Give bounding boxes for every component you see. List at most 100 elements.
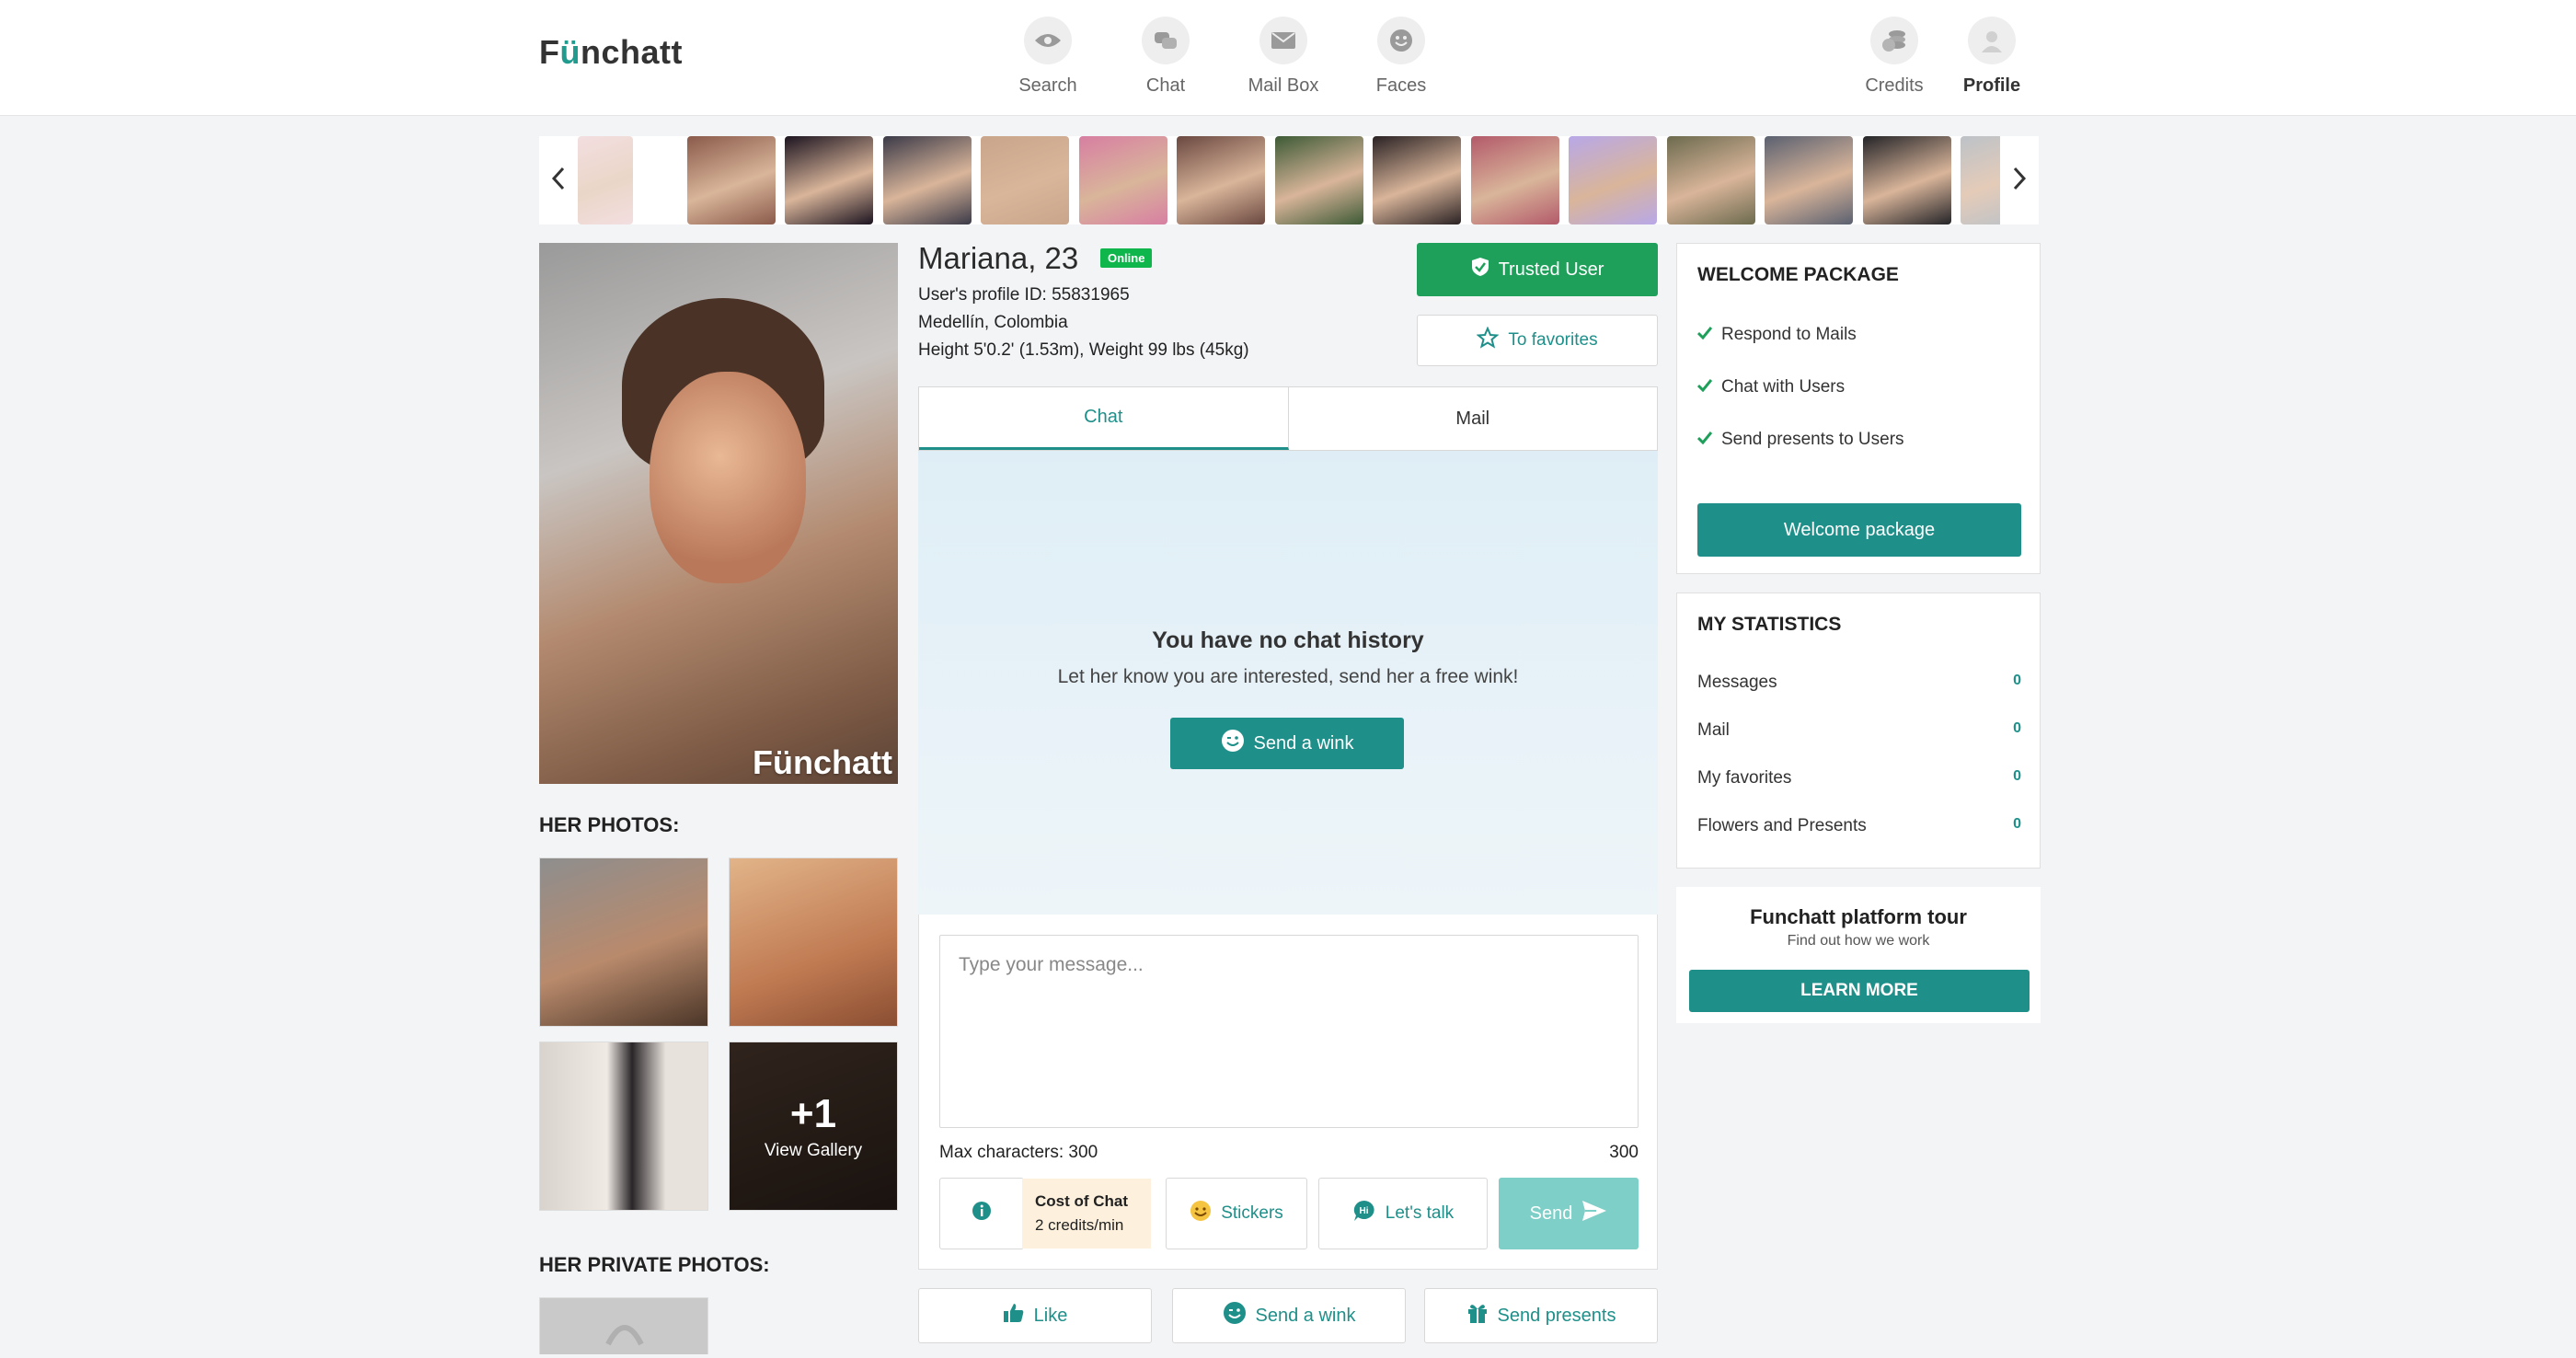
paper-plane-icon	[1581, 1200, 1607, 1227]
eye-icon	[1024, 17, 1072, 64]
wink-face-icon	[1223, 1301, 1247, 1330]
info-icon	[972, 1201, 992, 1226]
nav-credits[interactable]: Credits	[1844, 17, 1945, 97]
like-button[interactable]: Like	[918, 1288, 1152, 1343]
carousel-prev-button[interactable]	[539, 136, 578, 224]
welcome-item-1: Respond to Mails	[1696, 325, 1857, 345]
carousel-profile-thumb[interactable]	[981, 136, 1069, 224]
carousel-profile-thumb[interactable]	[1177, 136, 1265, 224]
welcome-item-3: Send presents to Users	[1696, 430, 1904, 450]
carousel-profile-thumb[interactable]	[785, 136, 873, 224]
sticker-emoji-icon	[1190, 1200, 1212, 1227]
stat-label: Flowers and Presents	[1697, 816, 1867, 835]
to-favorites-button[interactable]: To favorites	[1417, 315, 1658, 366]
profile-id: User's profile ID: 55831965	[918, 285, 1130, 305]
carousel-profile-thumb[interactable]	[1275, 136, 1363, 224]
check-icon	[1696, 430, 1713, 450]
send-wink-label: Send a wink	[1253, 732, 1354, 754]
stat-label: My favorites	[1697, 768, 1792, 788]
to-favorites-label: To favorites	[1508, 330, 1598, 350]
carousel-profile-thumb[interactable]	[1079, 136, 1167, 224]
no-chat-history-title: You have no chat history	[1152, 627, 1424, 653]
stat-messages[interactable]: Messages 0	[1697, 673, 2021, 693]
nav-mailbox-label: Mail Box	[1248, 75, 1319, 96]
gallery-more-count: +1	[789, 1091, 837, 1136]
photo-thumb-2[interactable]	[729, 857, 898, 1027]
carousel-profile-thumb[interactable]	[1667, 136, 1755, 224]
characters-remaining: 300	[1609, 1143, 1639, 1162]
photo-thumb-1[interactable]	[539, 857, 708, 1027]
carousel-profile-thumb[interactable]	[1373, 136, 1461, 224]
tab-chat-label: Chat	[1084, 407, 1123, 427]
carousel-profile-thumb[interactable]	[1569, 136, 1657, 224]
private-photo-thumb[interactable]	[539, 1297, 708, 1354]
view-gallery-tile[interactable]: +1 View Gallery	[729, 1042, 898, 1211]
photo-thumb-3[interactable]	[539, 1042, 708, 1211]
stat-label: Messages	[1697, 673, 1777, 692]
learn-more-button[interactable]: LEARN MORE	[1689, 970, 2030, 1012]
coins-icon	[1870, 17, 1918, 64]
stat-value: 0	[2013, 816, 2021, 832]
send-wink-action-button[interactable]: Send a wink	[1172, 1288, 1406, 1343]
chat-cost-panel: Cost of Chat 2 credits/min	[1022, 1179, 1151, 1249]
tab-mail[interactable]: Mail	[1289, 387, 1658, 450]
like-label: Like	[1033, 1305, 1068, 1326]
chat-info-button[interactable]	[939, 1178, 1024, 1249]
trusted-user-label: Trusted User	[1498, 259, 1604, 280]
send-wink-action-label: Send a wink	[1255, 1305, 1356, 1326]
stat-mail[interactable]: Mail 0	[1697, 720, 2021, 741]
carousel-next-button[interactable]	[2000, 136, 2039, 224]
photo-watermark: Fünchatt	[753, 743, 892, 781]
check-icon	[1696, 325, 1713, 345]
main-profile-photo[interactable]: Fünchatt	[539, 243, 898, 784]
send-message-button[interactable]: Send	[1499, 1178, 1639, 1249]
carousel-profile-thumb[interactable]	[1471, 136, 1559, 224]
message-composer: Max characters: 300 300 Cost of Chat 2 c…	[918, 915, 1658, 1270]
smiley-icon	[1377, 17, 1425, 64]
message-input[interactable]	[939, 935, 1639, 1128]
nav-profile[interactable]: Profile	[1941, 17, 2042, 97]
send-presents-button[interactable]: Send presents	[1424, 1288, 1658, 1343]
carousel-profile-thumb[interactable]	[578, 136, 633, 224]
send-presents-label: Send presents	[1497, 1305, 1616, 1326]
carousel-profile-thumb[interactable]	[687, 136, 776, 224]
nav-faces-label: Faces	[1375, 75, 1427, 96]
thumbs-up-icon	[1003, 1302, 1025, 1329]
online-status-badge: Online	[1100, 248, 1153, 268]
nav-mailbox[interactable]: Mail Box	[1233, 17, 1334, 97]
stat-flowers-presents[interactable]: Flowers and Presents 0	[1697, 816, 2021, 836]
welcome-item-2: Chat with Users	[1696, 377, 1845, 397]
tab-chat[interactable]: Chat	[919, 387, 1289, 450]
chat-history-area: You have no chat history Let her know yo…	[918, 451, 1658, 915]
welcome-package-button[interactable]: Welcome package	[1697, 503, 2021, 557]
nav-chat-label: Chat	[1145, 75, 1186, 96]
nav-faces[interactable]: Faces	[1351, 17, 1452, 97]
shield-check-icon	[1471, 257, 1489, 282]
platform-tour-banner: Funchatt platform tour Find out how we w…	[1676, 887, 2041, 1023]
profiles-carousel	[539, 136, 2039, 224]
photo-face-shape	[650, 372, 806, 583]
star-icon	[1476, 326, 1501, 354]
private-photos-title: HER PRIVATE PHOTOS:	[539, 1253, 770, 1276]
stat-favorites[interactable]: My favorites 0	[1697, 768, 2021, 788]
stickers-button[interactable]: Stickers	[1166, 1178, 1307, 1249]
gift-icon	[1466, 1302, 1489, 1329]
carousel-profile-thumb[interactable]	[1765, 136, 1853, 224]
profile-measurements: Height 5'0.2' (1.53m), Weight 99 lbs (45…	[918, 340, 1249, 360]
platform-tour-title: Funchatt platform tour	[1750, 905, 1967, 928]
nav-search[interactable]: Search	[997, 17, 1098, 97]
my-statistics-card: MY STATISTICS Messages 0 Mail 0 My favor…	[1676, 593, 2041, 869]
chevron-right-icon	[2012, 167, 2027, 195]
logo[interactable]: Fünchatt	[539, 33, 683, 72]
send-wink-button[interactable]: Send a wink	[1170, 718, 1404, 769]
carousel-profile-thumb[interactable]	[1863, 136, 1951, 224]
stat-value: 0	[2013, 768, 2021, 784]
cost-of-chat-title: Cost of Chat	[1035, 1192, 1129, 1210]
welcome-item-label: Send presents to Users	[1721, 430, 1904, 449]
nav-chat[interactable]: Chat	[1115, 17, 1216, 97]
carousel-profile-thumb[interactable]	[883, 136, 972, 224]
lets-talk-button[interactable]: Hi Let's talk	[1318, 1178, 1488, 1249]
welcome-item-label: Respond to Mails	[1721, 325, 1857, 344]
trusted-user-button[interactable]: Trusted User	[1417, 243, 1658, 296]
profile-name: Mariana, 23	[918, 241, 1079, 275]
